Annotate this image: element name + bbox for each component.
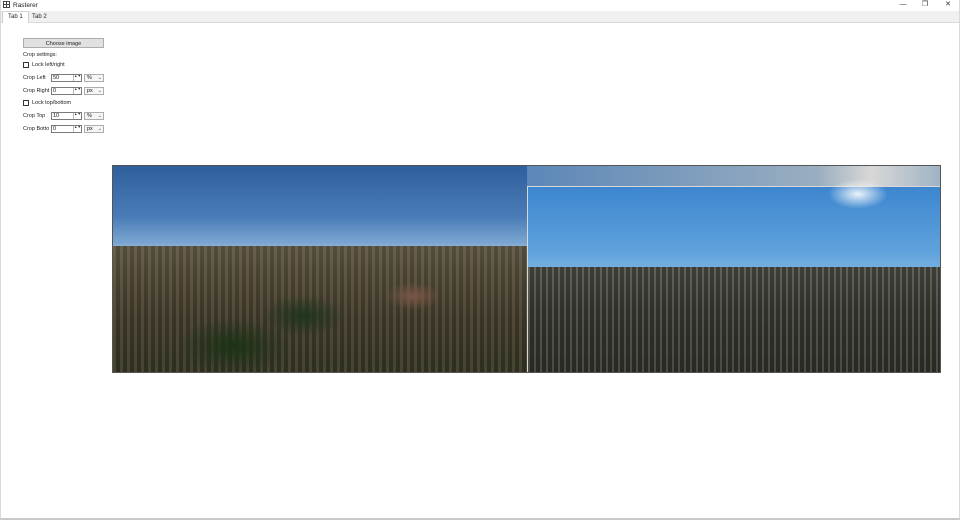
chevron-down-icon: ⌄ [97, 75, 102, 81]
crop-right-unit-select[interactable]: px ⌄ [84, 87, 104, 95]
crop-settings-label: Crop settings: [23, 52, 57, 58]
tab-2[interactable]: Tab 2 [27, 12, 52, 22]
crop-bottom-unit: px [87, 126, 93, 132]
spin-arrows-icon[interactable]: ▲▼ [73, 112, 81, 119]
crop-left-unit: % [87, 75, 92, 81]
lock-left-right-label: Lock left/right [32, 62, 65, 68]
spin-arrows-icon[interactable]: ▲▼ [73, 87, 81, 94]
tab-bar: Tab 1 Tab 2 [1, 11, 959, 23]
crop-bottom-value: 0 [53, 126, 57, 132]
crop-preview-town [528, 267, 940, 372]
crop-left-label: Crop Left [23, 75, 46, 81]
chevron-down-icon: ⌄ [97, 113, 102, 119]
chevron-down-icon: ⌄ [97, 88, 102, 94]
close-button[interactable]: ✕ [937, 0, 959, 11]
sun-glare [828, 179, 888, 209]
window-title: Rasterer [13, 2, 38, 9]
lock-top-bottom-checkbox[interactable] [23, 100, 29, 106]
crop-top-spinbox[interactable]: 10 ▲▼ [51, 112, 82, 120]
chevron-down-icon: ⌄ [97, 126, 102, 132]
spin-arrows-icon[interactable]: ▲▼ [73, 74, 81, 81]
crop-bottom-unit-select[interactable]: px ⌄ [84, 125, 104, 133]
crop-right-spinbox[interactable]: 0 ▲▼ [51, 87, 82, 95]
choose-image-button[interactable]: Choose image [23, 38, 104, 48]
crop-bottom-spinbox[interactable]: 0 ▲▼ [51, 125, 82, 133]
minimize-button[interactable]: — [892, 0, 914, 11]
crop-bottom-label: Crop Botto [23, 126, 50, 132]
crop-preview-region[interactable] [527, 179, 940, 372]
crop-right-label: Crop Right [23, 88, 50, 94]
crop-top-unit: % [87, 113, 92, 119]
crop-right-value: 0 [53, 88, 57, 94]
maximize-button[interactable]: ❐ [914, 0, 936, 11]
tab-1[interactable]: Tab 1 [2, 11, 29, 23]
crop-left-unit-select[interactable]: % ⌄ [84, 74, 104, 82]
crop-right-unit: px [87, 88, 93, 94]
lock-top-bottom-label: Lock top/bottom [32, 100, 72, 106]
app-grid-icon [3, 1, 10, 8]
crop-top-unit-select[interactable]: % ⌄ [84, 112, 104, 120]
crop-top-value: 10 [53, 113, 60, 119]
panorama-image [112, 165, 941, 373]
title-bar: Rasterer — ❐ ✕ [1, 0, 959, 11]
lock-left-right-checkbox[interactable] [23, 62, 29, 68]
crop-left-spinbox[interactable]: 50 ▲▼ [51, 74, 82, 82]
app-window: Rasterer — ❐ ✕ Tab 1 Tab 2 Choose image … [0, 0, 960, 520]
spin-arrows-icon[interactable]: ▲▼ [73, 125, 81, 132]
crop-left-value: 50 [53, 75, 60, 81]
crop-top-label: Crop Top [23, 113, 46, 119]
